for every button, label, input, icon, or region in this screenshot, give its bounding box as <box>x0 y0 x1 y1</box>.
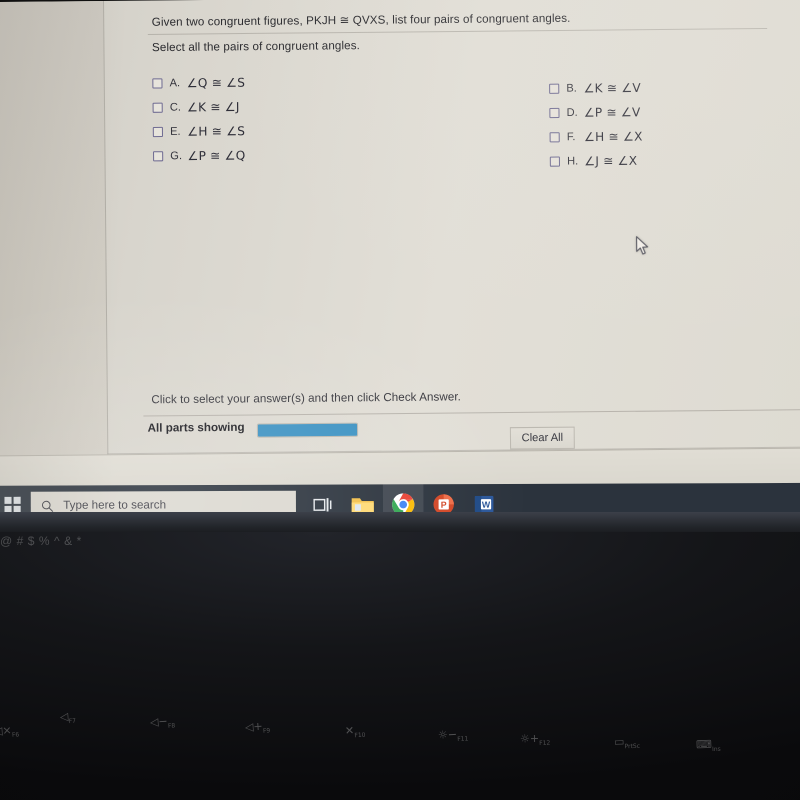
option-letter-a: A. <box>169 77 181 90</box>
option-letter-c: C. <box>169 101 181 114</box>
option-text-b: ∠K ≅ ∠V <box>583 80 641 96</box>
key-fn-volume-up[interactable]: ◁+F9 <box>245 719 271 736</box>
laptop-keyboard-deck: ◁×F6 ◁F7 ◁−F8 ◁+F9 ✕F10 ☼−F11 ☼+F12 ▭Prt… <box>0 532 800 800</box>
progress-bar-fill <box>257 423 358 437</box>
key-fn-brightness-up[interactable]: ☼+F12 <box>520 731 551 747</box>
option-e[interactable]: E. ∠H ≅ ∠S <box>152 119 246 144</box>
option-letter-d: D. <box>566 106 578 119</box>
progress-bar <box>256 422 359 438</box>
task-view-icon <box>312 497 331 512</box>
option-letter-f: F. <box>566 131 576 144</box>
option-text-g: ∠P ≅ ∠Q <box>187 148 246 164</box>
key-symbol-dollar: $ <box>27 534 35 548</box>
question-subprompt: Select all the pairs of congruent angles… <box>151 39 361 55</box>
stem-divider <box>147 27 768 35</box>
question-stem: Given two congruent figures, PKJH ≅ QVXS… <box>151 12 571 29</box>
checkbox-h[interactable] <box>549 156 561 167</box>
start-tile-2 <box>13 496 21 505</box>
option-text-a: ∠Q ≅ ∠S <box>186 75 246 91</box>
option-g[interactable]: G. ∠P ≅ ∠Q <box>153 143 246 168</box>
checkbox-b[interactable] <box>549 83 560 94</box>
option-b[interactable]: B. ∠K ≅ ∠V <box>549 76 642 101</box>
clear-all-button[interactable]: Clear All <box>509 426 575 450</box>
key-symbol-caret: ^ <box>54 534 60 548</box>
option-letter-g: G. <box>170 149 183 163</box>
option-h[interactable]: H. ∠J ≅ ∠X <box>549 149 643 174</box>
key-symbol-asterisk: * <box>76 534 82 548</box>
checkbox-g[interactable] <box>153 151 164 162</box>
all-parts-showing-label: All parts showing <box>147 421 245 435</box>
footer-divider <box>143 409 800 417</box>
option-a[interactable]: A. ∠Q ≅ ∠S <box>152 70 245 95</box>
option-text-c: ∠K ≅ ∠J <box>186 99 240 115</box>
key-symbol-at: @ <box>0 534 13 548</box>
checkbox-a[interactable] <box>152 78 163 89</box>
option-f[interactable]: F. ∠H ≅ ∠X <box>549 124 643 149</box>
checkbox-f[interactable] <box>549 132 560 143</box>
page-left-gutter <box>0 0 108 478</box>
key-symbol-percent: % <box>38 534 50 548</box>
key-fn-mic-mute[interactable]: ✕F10 <box>345 723 366 739</box>
key-fn-volume-down[interactable]: ◁−F8 <box>150 714 176 731</box>
key-fn-speaker[interactable]: ◁F7 <box>59 709 76 725</box>
search-placeholder: Type here to search <box>63 499 167 512</box>
checkbox-c[interactable] <box>152 102 163 113</box>
checkbox-e[interactable] <box>152 126 163 138</box>
option-d[interactable]: D. ∠P ≅ ∠V <box>549 100 642 125</box>
search-icon <box>41 500 54 512</box>
option-letter-b: B. <box>566 82 577 95</box>
options-right-column: B. ∠K ≅ ∠V D. ∠P ≅ ∠V F. ∠H ≅ ∠X H. ∠J ≅… <box>549 76 643 174</box>
checkbox-d[interactable] <box>549 107 560 119</box>
key-symbol-ampersand: & <box>64 534 73 548</box>
key-fn-keyboard-light[interactable]: ⌨Ins <box>696 738 721 754</box>
option-text-e: ∠H ≅ ∠S <box>187 124 246 139</box>
key-symbol-hash: # <box>16 534 24 548</box>
question-content-area: Given two congruent figures, PKJH ≅ QVXS… <box>103 0 800 477</box>
instruction-text: Click to select your answer(s) and then … <box>151 391 461 407</box>
svg-text:W: W <box>482 500 491 510</box>
mouse-cursor-icon <box>636 236 649 255</box>
option-text-h: ∠J ≅ ∠X <box>584 153 638 169</box>
svg-text:P: P <box>441 500 447 510</box>
option-letter-h: H. <box>566 155 579 168</box>
key-fn-mute[interactable]: ◁×F6 <box>0 723 19 740</box>
option-c[interactable]: C. ∠K ≅ ∠J <box>152 95 245 120</box>
option-text-d: ∠P ≅ ∠V <box>583 105 641 120</box>
laptop-photo: Given two congruent figures, PKJH ≅ QVXS… <box>0 0 800 800</box>
option-text-f: ∠H ≅ ∠X <box>583 129 643 145</box>
options-left-column: A. ∠Q ≅ ∠S C. ∠K ≅ ∠J E. ∠H ≅ ∠S G. ∠P ≅… <box>152 70 246 168</box>
key-fn-display[interactable]: ▭PrtSc <box>614 735 640 751</box>
windows-start-icon[interactable] <box>4 496 21 514</box>
option-letter-e: E. <box>169 125 181 138</box>
key-fn-brightness-down[interactable]: ☼−F11 <box>438 727 469 744</box>
monitor-screen: Given two congruent figures, PKJH ≅ QVXS… <box>0 0 800 529</box>
start-tile-1 <box>4 496 12 505</box>
